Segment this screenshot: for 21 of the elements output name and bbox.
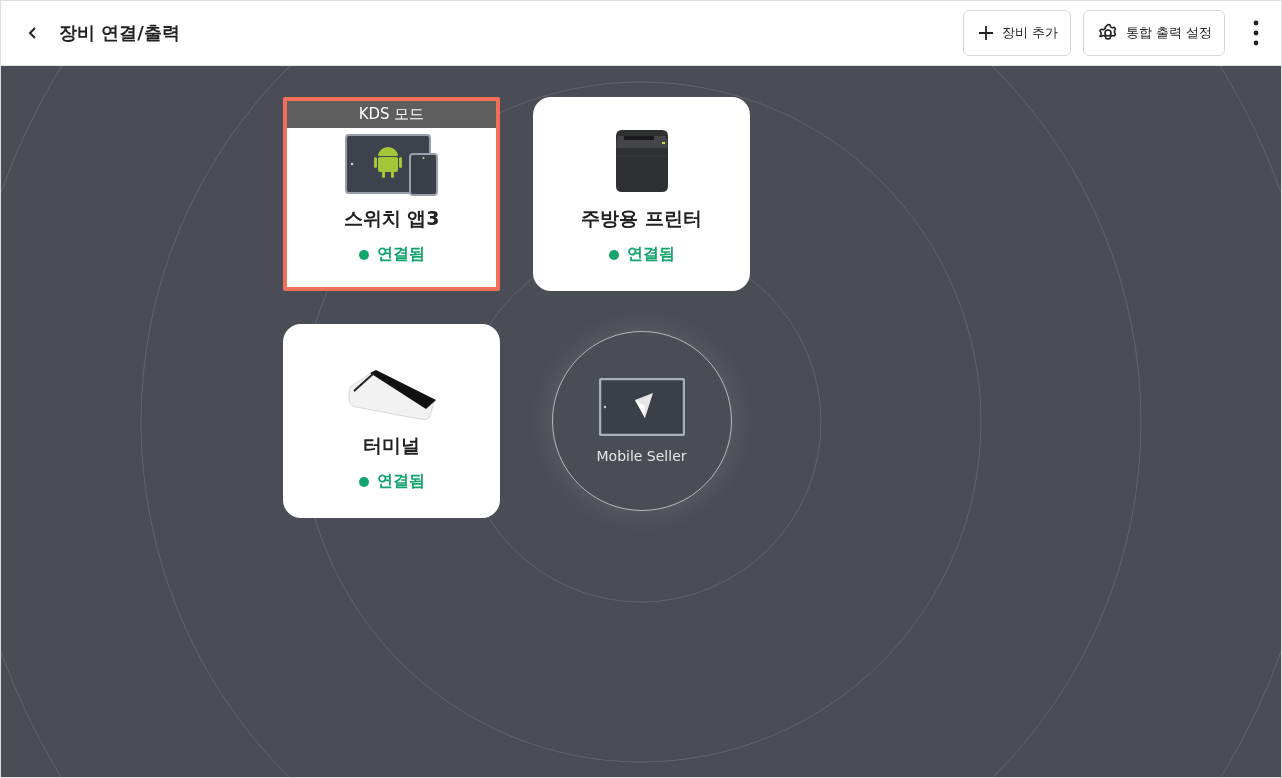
device-card[interactable]: 터미널 연결됨 (283, 324, 500, 518)
device-card[interactable]: KDS 모드 스위치 앱3 연결됨 (283, 97, 500, 291)
print-settings-button[interactable]: 통합 출력 설정 (1082, 10, 1225, 56)
tablet-and-phone-icon (344, 134, 439, 196)
settings-icon (1097, 23, 1118, 43)
hub-label: Mobile Seller (596, 448, 687, 464)
back-icon[interactable] (27, 26, 39, 40)
tablet-logo-icon (598, 378, 685, 436)
connection-status: 연결됨 (376, 471, 425, 492)
add-device-button[interactable]: 장비 추가 (962, 10, 1071, 56)
card-terminal-icon (345, 367, 438, 423)
connection-status: 연결됨 (626, 244, 675, 265)
page-title: 장비 연결/출력 (59, 21, 180, 45)
device-name: 스위치 앱3 (343, 206, 440, 231)
plus-icon (977, 25, 994, 41)
device-card[interactable]: 주방용 프린터 연결됨 (533, 97, 750, 291)
connection-status: 연결됨 (376, 244, 425, 265)
mode-label: KDS 모드 (287, 101, 496, 128)
more-menu-icon[interactable] (1253, 20, 1259, 46)
device-name: 터미널 (363, 433, 420, 458)
device-name: 주방용 프린터 (581, 206, 702, 231)
